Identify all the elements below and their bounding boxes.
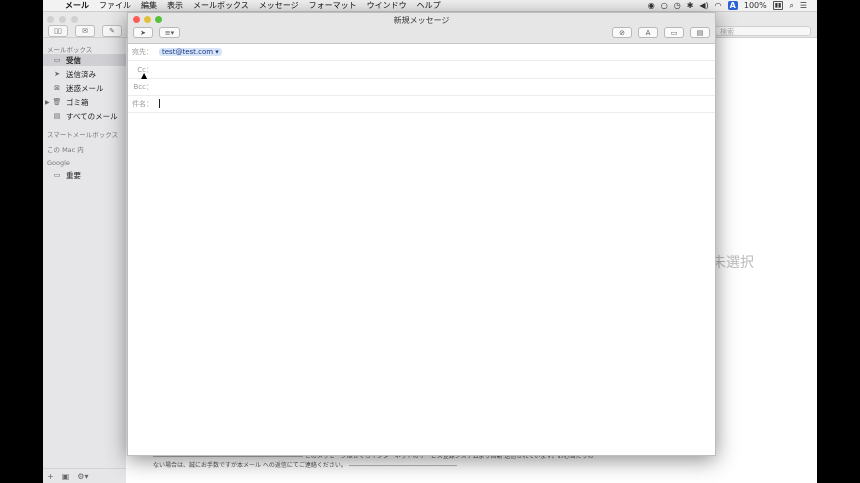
menu-message[interactable]: メッセージ [254,0,304,11]
sidebar-toggle-icon[interactable]: ▯▯ [48,25,68,37]
header-fields-icon[interactable]: ≡▾ [159,27,180,38]
bluetooth-icon[interactable]: ✱ [687,1,694,10]
menu-mailbox[interactable]: メールボックス [188,0,254,11]
sidebar-item-trash[interactable]: ▶ 🗑 ゴミ箱 [43,96,126,108]
section-on-my-mac: この Mac 内 [47,146,84,154]
minimize-button-inactive[interactable] [59,16,66,23]
zoom-button-inactive[interactable] [71,16,78,23]
record-icon[interactable]: ◉ [648,1,655,10]
sidebar-item-label: 迷惑メール [66,83,104,93]
mouse-pointer-icon: ▲ [141,71,148,80]
desktop: メール ファイル 編集 表示 メールボックス メッセージ フォーマット ウインド… [43,0,817,483]
compose-icon[interactable]: ✎ [102,25,122,37]
subject-row[interactable]: 件名： [128,95,715,113]
sidebar-item-label: ゴミ箱 [66,97,89,107]
notification-center-icon[interactable]: ☰ [800,1,807,10]
bcc-label: Bcc： [133,82,154,91]
trash-icon: 🗑 [52,98,62,106]
chat-icon[interactable]: ○ [661,1,668,10]
chevron-down-icon[interactable]: ▾ [215,48,219,56]
add-mailbox-icon[interactable]: + [47,472,54,481]
new-message-window: 新規メッセージ ➤ ≡▾ ⊘ A ▭ ▤ 宛先： test@test.com ▾… [127,12,716,456]
sidebar-item-all-mail[interactable]: ▤ すべてのメール [43,110,126,122]
menu-edit[interactable]: 編集 [136,0,162,11]
sidebar-item-inbox[interactable]: ▭ 受信 [43,54,126,66]
time-machine-icon[interactable]: ◷ [674,1,681,10]
menu-window[interactable]: ウインドウ [362,0,412,11]
to-row: 宛先： test@test.com ▾ [128,43,715,61]
menu-bar: メール ファイル 編集 表示 メールボックス メッセージ フォーマット ウインド… [43,0,817,12]
photo-browser-icon[interactable]: ▭ [664,27,684,38]
section-smart-mailboxes: スマートメールボックス [47,131,119,139]
to-recipient-address: test@test.com [162,47,214,56]
attach-icon[interactable]: ⊘ [612,27,632,38]
disclosure-triangle-icon[interactable]: ▶ [45,99,50,106]
sidebar-item-important[interactable]: ▭ 重要 [43,169,126,181]
gear-icon[interactable]: ⚙▾ [77,472,88,481]
message-body-field[interactable] [128,113,715,453]
battery-icon[interactable]: ▮▮ [772,1,784,10]
menu-help[interactable]: ヘルプ [412,0,446,11]
stationery-icon[interactable]: ▤ [690,27,710,38]
sidebar-item-label: 受信 [66,55,81,65]
to-label: 宛先： [132,47,153,56]
section-mailboxes: メールボックス [47,46,93,54]
sidebar-item-sent[interactable]: ➤ 送信済み [43,68,126,80]
cc-row[interactable]: Cc： [128,61,715,79]
send-icon[interactable]: ➤ [133,27,153,38]
menu-format[interactable]: フォーマット [304,0,362,11]
battery-percent: 100% [743,1,767,10]
window-title: 新規メッセージ [393,16,450,25]
subject-label: 件名： [132,99,153,108]
format-fonts-icon[interactable]: A [638,27,658,38]
archive-icon: ▤ [53,112,61,120]
junk-icon: ⊠ [54,84,60,92]
get-mail-icon[interactable]: ✉ [75,25,95,37]
menu-view[interactable]: 表示 [162,0,188,11]
sidebar-item-junk[interactable]: ⊠ 迷惑メール [43,82,126,94]
menu-mail[interactable]: メール [60,0,94,11]
sidebar-item-label: 重要 [66,170,81,180]
bcc-row[interactable]: Bcc： [128,78,715,96]
paper-plane-icon: ➤ [54,70,60,78]
text-caret [159,99,160,108]
to-recipient-token[interactable]: test@test.com ▾ [159,47,222,56]
status-area: ◉ ○ ◷ ✱ ◀) ◠ A 100% ▮▮ ⌕ ☰ [648,1,817,11]
sidebar-item-label: すべてのメール [66,111,118,121]
section-google: Google [47,159,70,167]
volume-icon[interactable]: ◀) [699,1,708,10]
inbox-icon: ▭ [53,56,61,64]
search-input[interactable]: 検索 [715,26,811,36]
wifi-icon[interactable]: ◠ [715,1,722,10]
close-button-inactive[interactable] [47,16,54,23]
folder-icon: ▭ [53,171,61,179]
menu-file[interactable]: ファイル [94,0,136,11]
spotlight-search-icon[interactable]: ⌕ [789,1,793,11]
mailbox-sidebar: メールボックス ▭ 受信 ➤ 送信済み ⊠ 迷惑メール ▶ 🗑 ゴミ箱 ▤ すべ… [43,38,126,483]
compose-titlebar: 新規メッセージ ➤ ≡▾ ⊘ A ▭ ▤ [128,13,715,44]
sidebar-item-label: 送信済み [66,69,96,79]
input-method-icon[interactable]: A [727,1,738,10]
show-activity-icon[interactable]: ▣ [62,472,70,481]
sidebar-footer: + ▣ ⚙▾ [43,468,126,483]
